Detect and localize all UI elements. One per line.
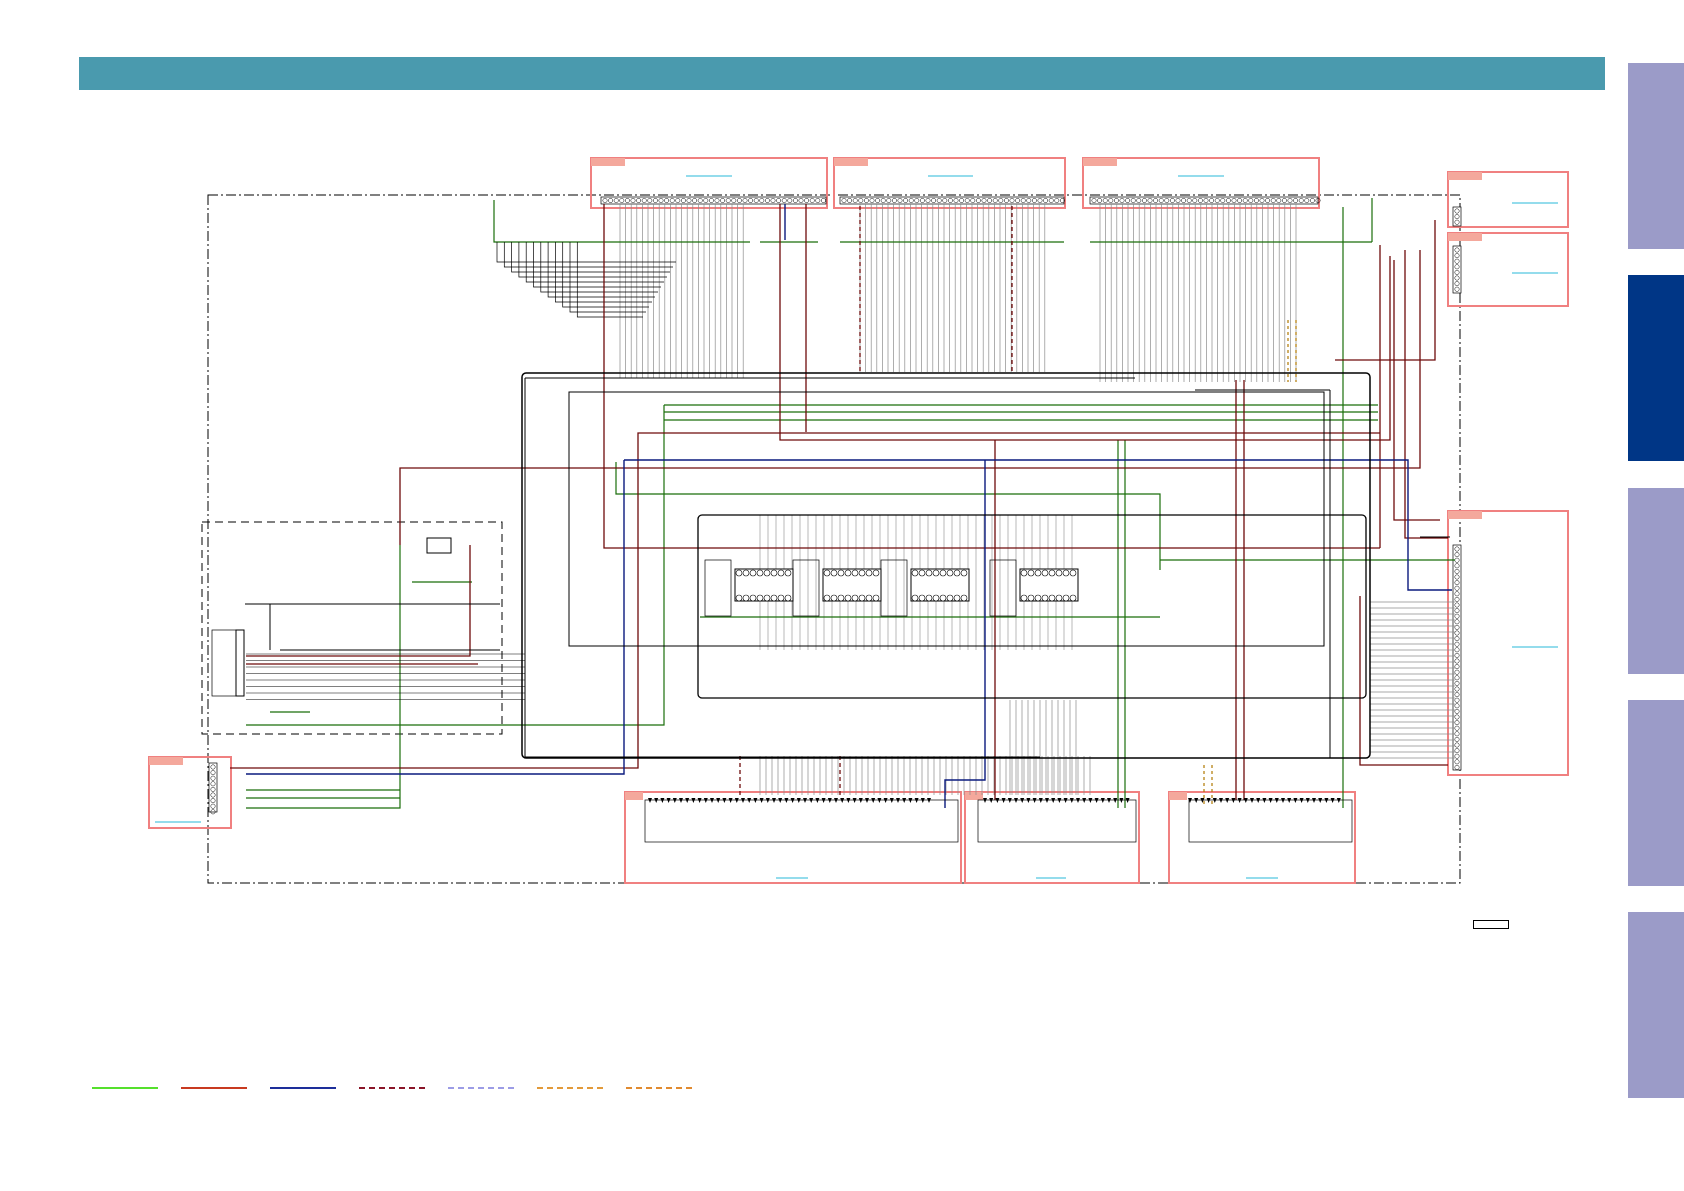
- wire-color-legend: [92, 1087, 692, 1089]
- reference-box: [1473, 920, 1509, 929]
